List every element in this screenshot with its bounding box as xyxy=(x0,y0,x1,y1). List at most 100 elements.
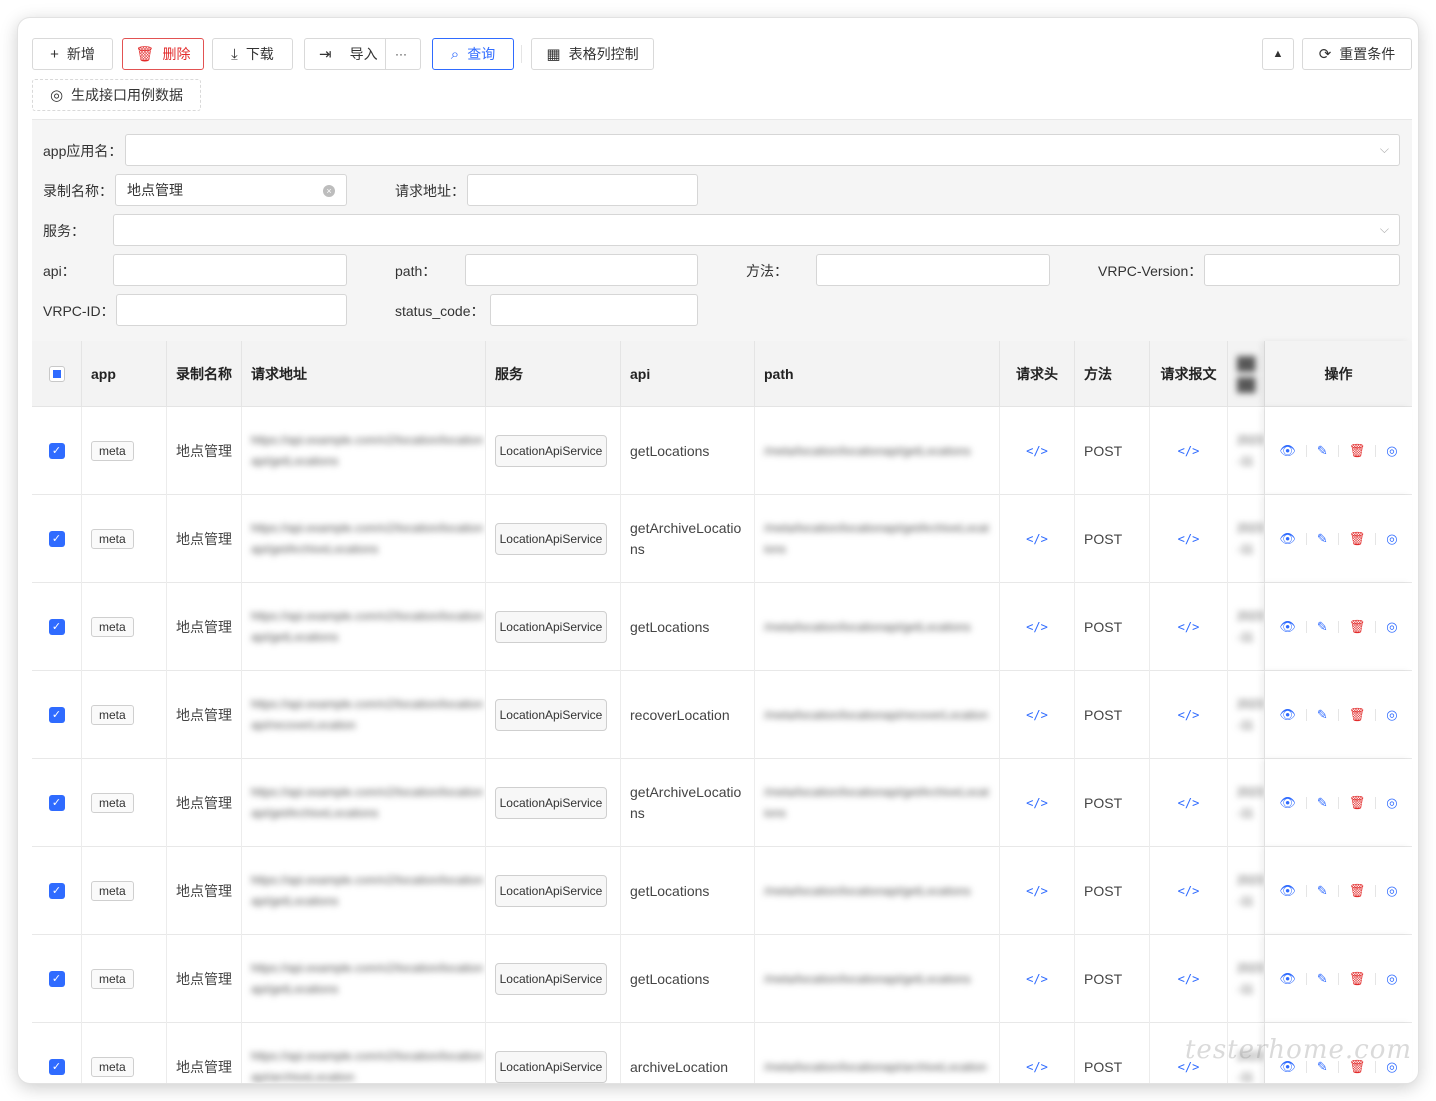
code-icon[interactable]: </> xyxy=(1026,708,1048,722)
header-service[interactable]: 服务 xyxy=(486,341,621,407)
row-checkbox[interactable]: ✓ xyxy=(48,707,65,723)
row-checkbox[interactable]: ✓ xyxy=(48,795,65,811)
api-input[interactable] xyxy=(113,254,347,286)
row-checkbox[interactable]: ✓ xyxy=(48,971,65,987)
trash-icon[interactable]: 🗑 xyxy=(1349,707,1366,723)
column-control-button[interactable]: ▦ 表格列控制 xyxy=(531,38,654,70)
code-icon[interactable]: </> xyxy=(1178,620,1200,634)
row-checkbox[interactable]: ✓ xyxy=(48,883,65,899)
generate-icon[interactable]: ◎ xyxy=(1386,707,1397,723)
row-checkbox[interactable]: ✓ xyxy=(48,1059,65,1075)
code-icon[interactable]: </> xyxy=(1026,620,1048,634)
edit-icon[interactable]: ✎ xyxy=(1317,443,1328,459)
request-header-cell[interactable]: </> xyxy=(1000,495,1075,583)
path-input[interactable] xyxy=(465,254,698,286)
vrpc-version-input[interactable] xyxy=(1204,254,1400,286)
table-row[interactable]: ✓ meta 地点管理 https://api.example.com/v2/l… xyxy=(32,759,1412,847)
request-url-input[interactable] xyxy=(467,174,698,206)
code-icon[interactable]: </> xyxy=(1026,444,1048,458)
reset-button[interactable]: ⟳ 重置条件 xyxy=(1302,38,1412,70)
code-icon[interactable]: </> xyxy=(1026,884,1048,898)
header-extra[interactable]: ████ xyxy=(1228,341,1265,407)
eye-icon[interactable]: 👁 xyxy=(1279,619,1296,635)
table-row[interactable]: ✓ meta 地点管理 https://api.example.com/v2/l… xyxy=(32,583,1412,671)
header-api[interactable]: api xyxy=(621,341,755,407)
app-select[interactable]: ⌵ xyxy=(125,134,1400,166)
delete-button[interactable]: 🗑 删除 xyxy=(122,38,204,70)
request-body-cell[interactable]: </> xyxy=(1150,671,1228,759)
generate-icon[interactable]: ◎ xyxy=(1386,883,1397,899)
table-row[interactable]: ✓ meta 地点管理 https://api.example.com/v2/l… xyxy=(32,935,1412,1023)
eye-icon[interactable]: 👁 xyxy=(1279,443,1296,459)
request-header-cell[interactable]: </> xyxy=(1000,759,1075,847)
status-code-input[interactable] xyxy=(490,294,698,326)
row-select[interactable]: ✓ xyxy=(32,583,82,671)
header-method[interactable]: 方法 xyxy=(1075,341,1150,407)
code-icon[interactable]: </> xyxy=(1026,1060,1048,1074)
request-header-cell[interactable]: </> xyxy=(1000,847,1075,935)
trash-icon[interactable]: 🗑 xyxy=(1349,795,1366,811)
edit-icon[interactable]: ✎ xyxy=(1317,531,1328,547)
code-icon[interactable]: </> xyxy=(1026,972,1048,986)
edit-icon[interactable]: ✎ xyxy=(1317,619,1328,635)
code-icon[interactable]: </> xyxy=(1178,444,1200,458)
request-body-cell[interactable]: </> xyxy=(1150,583,1228,671)
code-icon[interactable]: </> xyxy=(1178,532,1200,546)
trash-icon[interactable]: 🗑 xyxy=(1349,619,1366,635)
row-select[interactable]: ✓ xyxy=(32,671,82,759)
row-select[interactable]: ✓ xyxy=(32,759,82,847)
row-select[interactable]: ✓ xyxy=(32,1023,82,1083)
code-icon[interactable]: </> xyxy=(1178,972,1200,986)
select-all-checkbox[interactable] xyxy=(48,366,65,382)
code-icon[interactable]: </> xyxy=(1178,884,1200,898)
edit-icon[interactable]: ✎ xyxy=(1317,795,1328,811)
table-row[interactable]: ✓ meta 地点管理 https://api.example.com/v2/l… xyxy=(32,847,1412,935)
request-body-cell[interactable]: </> xyxy=(1150,407,1228,495)
collapse-button[interactable]: ▲ xyxy=(1262,38,1294,70)
table-row[interactable]: ✓ meta 地点管理 https://api.example.com/v2/l… xyxy=(32,407,1412,495)
generate-case-button[interactable]: ◎ 生成接口用例数据 xyxy=(32,79,201,111)
header-request-url[interactable]: 请求地址 xyxy=(242,341,486,407)
eye-icon[interactable]: 👁 xyxy=(1279,531,1296,547)
trash-icon[interactable]: 🗑 xyxy=(1349,531,1366,547)
code-icon[interactable]: </> xyxy=(1178,708,1200,722)
method-input[interactable] xyxy=(816,254,1050,286)
trash-icon[interactable]: 🗑 xyxy=(1349,971,1366,987)
request-body-cell[interactable]: </> xyxy=(1150,847,1228,935)
generate-icon[interactable]: ◎ xyxy=(1386,619,1397,635)
generate-icon[interactable]: ◎ xyxy=(1386,531,1397,547)
row-select[interactable]: ✓ xyxy=(32,847,82,935)
generate-icon[interactable]: ◎ xyxy=(1386,795,1397,811)
row-select[interactable]: ✓ xyxy=(32,407,82,495)
record-name-input[interactable]: 地点管理 × xyxy=(115,174,347,206)
add-button[interactable]: + 新增 xyxy=(32,38,113,70)
eye-icon[interactable]: 👁 xyxy=(1279,971,1296,987)
request-header-cell[interactable]: </> xyxy=(1000,671,1075,759)
generate-icon[interactable]: ◎ xyxy=(1386,971,1397,987)
query-button[interactable]: ⌕ 查询 xyxy=(432,38,514,70)
code-icon[interactable]: </> xyxy=(1178,796,1200,810)
edit-icon[interactable]: ✎ xyxy=(1317,971,1328,987)
header-select-all[interactable] xyxy=(32,341,82,407)
request-header-cell[interactable]: </> xyxy=(1000,407,1075,495)
vrpc-id-input[interactable] xyxy=(116,294,347,326)
header-record-name[interactable]: 录制名称 xyxy=(167,341,242,407)
trash-icon[interactable]: 🗑 xyxy=(1349,883,1366,899)
row-select[interactable]: ✓ xyxy=(32,935,82,1023)
download-button[interactable]: ⤓ 下载 xyxy=(212,38,293,70)
clear-icon[interactable]: × xyxy=(323,185,335,197)
code-icon[interactable]: </> xyxy=(1026,532,1048,546)
header-path[interactable]: path xyxy=(755,341,1000,407)
request-body-cell[interactable]: </> xyxy=(1150,935,1228,1023)
header-request-body[interactable]: 请求报文 xyxy=(1150,341,1228,407)
import-more-button[interactable]: ··· xyxy=(395,47,407,61)
eye-icon[interactable]: 👁 xyxy=(1279,795,1296,811)
request-body-cell[interactable]: </> xyxy=(1150,495,1228,583)
edit-icon[interactable]: ✎ xyxy=(1317,883,1328,899)
row-checkbox[interactable]: ✓ xyxy=(48,443,65,459)
row-select[interactable]: ✓ xyxy=(32,495,82,583)
import-button[interactable]: ⇥ 导入 ··· xyxy=(304,38,421,70)
request-header-cell[interactable]: </> xyxy=(1000,583,1075,671)
row-checkbox[interactable]: ✓ xyxy=(48,531,65,547)
eye-icon[interactable]: 👁 xyxy=(1279,707,1296,723)
